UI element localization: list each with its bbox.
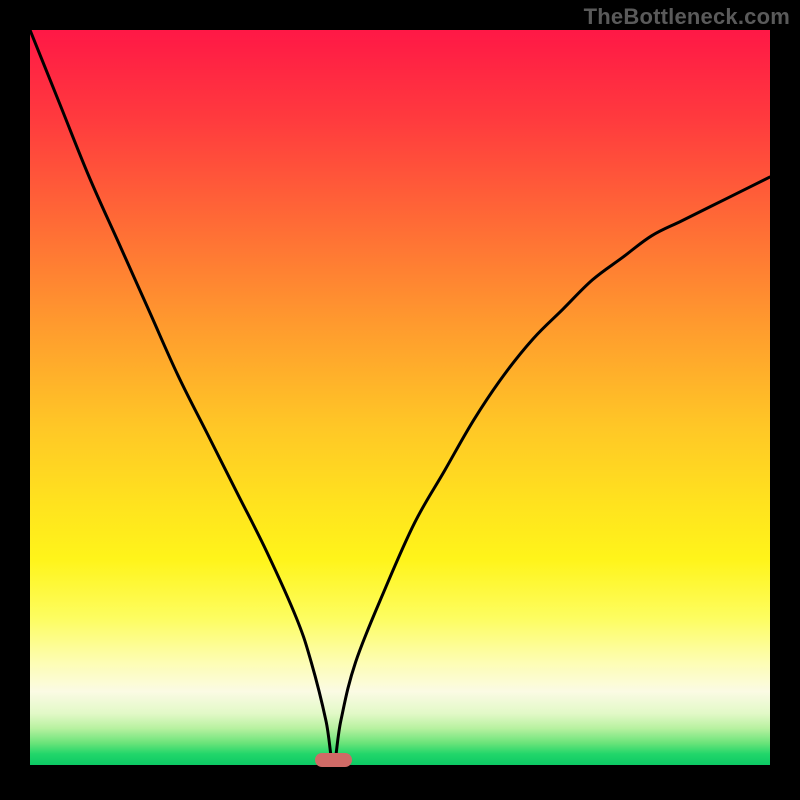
plot-area xyxy=(30,30,770,765)
optimal-marker xyxy=(315,753,352,767)
watermark-text: TheBottleneck.com xyxy=(584,4,790,30)
bottleneck-curve xyxy=(30,30,770,765)
chart-frame: TheBottleneck.com xyxy=(0,0,800,800)
